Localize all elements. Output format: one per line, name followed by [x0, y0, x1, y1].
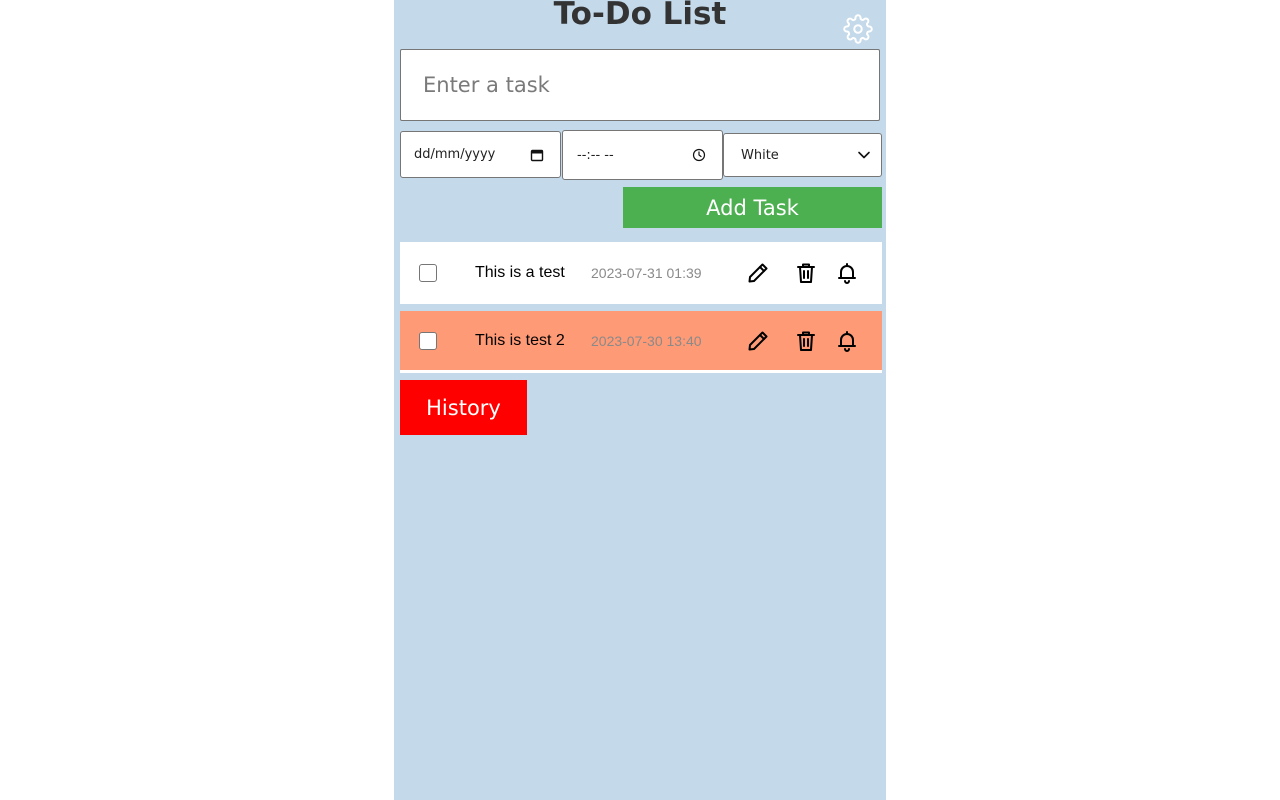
- calendar-icon[interactable]: [530, 148, 544, 162]
- task-complete-checkbox[interactable]: [419, 264, 437, 282]
- chevron-down-icon: [858, 151, 870, 159]
- task-datetime: 2023-07-30 13:40: [591, 332, 702, 349]
- clock-icon[interactable]: [692, 148, 706, 162]
- color-select[interactable]: White: [723, 133, 882, 177]
- todo-app: To-Do List dd/mm/yyyy --:-- -- White Add…: [394, 0, 886, 800]
- settings-button[interactable]: [843, 14, 873, 44]
- date-input[interactable]: dd/mm/yyyy: [400, 131, 561, 178]
- task-item: This is test 2 2023-07-30 13:40: [400, 311, 882, 373]
- add-task-button[interactable]: Add Task: [623, 187, 882, 228]
- task-text: This is a test: [475, 264, 565, 281]
- pencil-icon[interactable]: [746, 329, 770, 353]
- page-title: To-Do List: [553, 0, 727, 32]
- gear-icon: [843, 14, 873, 44]
- trash-icon[interactable]: [794, 329, 818, 353]
- task-datetime: 2023-07-31 01:39: [591, 265, 702, 281]
- bell-icon[interactable]: [835, 329, 859, 353]
- bell-icon[interactable]: [835, 261, 859, 285]
- task-input[interactable]: [400, 49, 880, 121]
- task-item: This is a test 2023-07-31 01:39: [400, 242, 882, 304]
- time-input[interactable]: --:-- --: [562, 130, 723, 180]
- date-placeholder: dd/mm/yyyy: [414, 147, 496, 162]
- task-text: This is test 2: [475, 331, 565, 349]
- pencil-icon[interactable]: [746, 261, 770, 285]
- task-complete-checkbox[interactable]: [419, 331, 437, 350]
- history-button[interactable]: History: [400, 380, 527, 435]
- color-select-value: White: [741, 147, 779, 163]
- trash-icon[interactable]: [794, 261, 818, 285]
- time-placeholder: --:-- --: [577, 147, 614, 163]
